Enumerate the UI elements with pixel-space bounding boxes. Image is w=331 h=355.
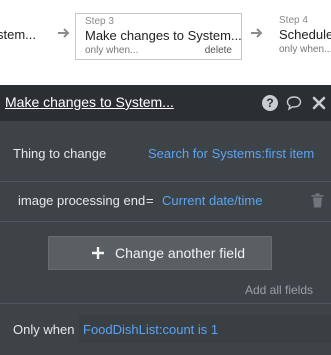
step-title: Make changes to System... bbox=[85, 28, 242, 43]
step-number: Step 4 bbox=[279, 15, 308, 26]
thing-to-change-label: Thing to change bbox=[13, 146, 107, 161]
panel-title[interactable]: Make changes to System... bbox=[5, 94, 174, 110]
trash-icon[interactable] bbox=[311, 193, 324, 208]
arrow-right-icon bbox=[251, 28, 263, 38]
only-when-row: Only when FoodDishList:count is 1 bbox=[0, 315, 331, 343]
only-when-expression[interactable]: FoodDishList:count is 1 bbox=[83, 322, 218, 337]
close-icon[interactable] bbox=[311, 95, 327, 111]
step-condition[interactable]: only when... bbox=[85, 45, 138, 56]
field-operator: = bbox=[146, 193, 154, 208]
previous-step-label[interactable]: stem... bbox=[0, 27, 36, 42]
thing-to-change-expression[interactable]: Search for Systems:first item bbox=[148, 146, 314, 161]
action-editor-panel: Make changes to System... ? Thing to cha… bbox=[0, 85, 331, 355]
step-title: Schedule bbox=[279, 27, 331, 42]
step-delete-link[interactable]: delete bbox=[205, 45, 232, 56]
divider bbox=[0, 303, 331, 304]
only-when-field[interactable]: FoodDishList:count is 1 bbox=[79, 315, 331, 343]
current-step-card[interactable]: Step 3 Make changes to System... only wh… bbox=[75, 13, 242, 60]
step-number: Step 3 bbox=[85, 16, 114, 27]
help-icon[interactable]: ? bbox=[262, 95, 278, 111]
plus-icon bbox=[92, 247, 104, 259]
change-another-field-label: Change another field bbox=[115, 245, 245, 261]
add-all-fields-link[interactable]: Add all fields bbox=[245, 283, 313, 297]
change-another-field-button[interactable]: Change another field bbox=[48, 236, 272, 270]
step-condition[interactable]: only when... bbox=[279, 44, 331, 55]
comment-icon[interactable] bbox=[286, 95, 302, 111]
divider bbox=[0, 181, 331, 182]
arrow-right-icon bbox=[58, 28, 70, 38]
field-value-expression[interactable]: Current date/time bbox=[162, 193, 262, 208]
workflow-steps: stem... Step 3 Make changes to System...… bbox=[0, 0, 331, 85]
next-step-card[interactable]: Step 4 Schedule only when... bbox=[279, 13, 331, 55]
panel-header: Make changes to System... ? bbox=[0, 85, 331, 121]
divider bbox=[0, 221, 331, 222]
field-name[interactable]: image processing end bbox=[18, 193, 145, 208]
only-when-label: Only when bbox=[13, 322, 75, 337]
